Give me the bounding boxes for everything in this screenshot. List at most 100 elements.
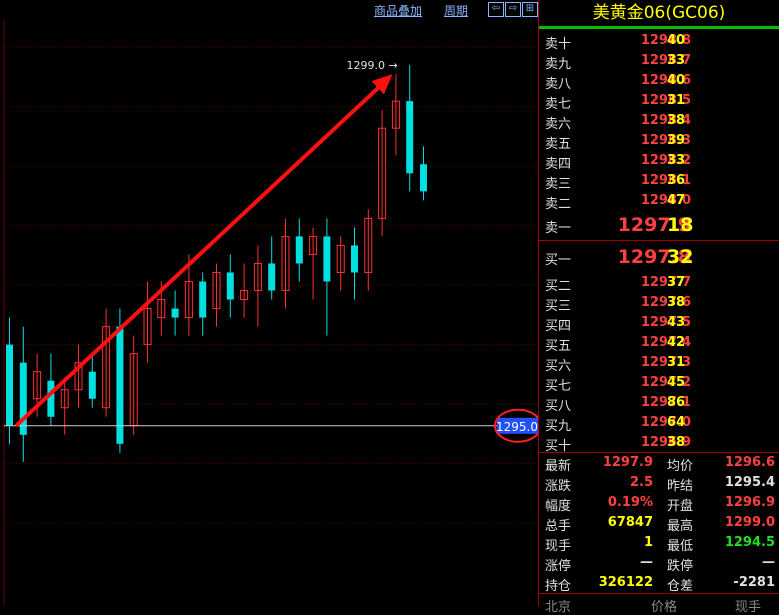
chart-grid: [3, 19, 538, 606]
candle-body: [6, 344, 13, 426]
candle-body: [199, 281, 207, 318]
bid-row[interactable]: 买五 1297.4 42: [539, 333, 779, 354]
stat-value: 2.5: [629, 475, 653, 490]
ask-row[interactable]: 卖二 1298.0 47: [539, 191, 779, 212]
chart-pane[interactable]: 商品叠加 周期 ⇦ ⇨ ⊞ 1295.0 1299.0 →: [0, 0, 538, 606]
chart-overlay: 1295.0 1299.0 →: [4, 59, 538, 443]
bid-level-label: 买二: [545, 279, 572, 294]
bid-volume: 32: [667, 246, 694, 268]
stat-row: 持仓 326122 仓差 -2281: [539, 573, 779, 594]
ask-level-label: 卖九: [545, 57, 572, 72]
bid-row[interactable]: 买八 1297.1 86: [539, 393, 779, 414]
stat-row: 幅度 0.19% 开盘 1296.9: [539, 493, 779, 514]
ask-row-best[interactable]: 卖一 1297.9 18: [539, 214, 779, 236]
ask-row[interactable]: 卖四 1298.2 33: [539, 151, 779, 172]
bid-level-label: 买八: [545, 399, 572, 414]
stat-value: 1297.9: [602, 455, 653, 470]
stat-value: 67847: [607, 515, 653, 530]
ask-row[interactable]: 卖七 1298.5 31: [539, 91, 779, 112]
bid-volume: 86: [667, 395, 686, 410]
ask-volume: 33: [667, 53, 686, 68]
bid-row[interactable]: 买四 1297.5 43: [539, 313, 779, 334]
stat-value: 1: [643, 535, 653, 550]
bid-row[interactable]: 买七 1297.2 45: [539, 373, 779, 394]
candle-body: [268, 263, 276, 291]
ask-row[interactable]: 卖九 1298.7 33: [539, 51, 779, 72]
bid-level-label: 买七: [545, 379, 572, 394]
bid-volume: 31: [667, 355, 686, 370]
ask-volume: 18: [667, 214, 694, 236]
chart-toolbar: 商品叠加 周期 ⇦ ⇨ ⊞: [0, 0, 538, 19]
stat-label: 最新: [545, 459, 572, 474]
stat-row: 涨停 — 跌停 —: [539, 553, 779, 574]
bid-level-label: 买六: [545, 359, 572, 374]
stat-row: 总手 67847 最高 1299.0: [539, 513, 779, 534]
ask-volume: 40: [667, 33, 686, 48]
bid-row-best[interactable]: 买一 1297.8 32: [539, 246, 779, 268]
stat-label: 涨跌: [545, 479, 572, 494]
bid-volume: 64: [667, 415, 686, 430]
scroll-left-button[interactable]: ⇦: [488, 2, 504, 17]
stat-label: 均价: [667, 459, 694, 474]
bid-row[interactable]: 买二 1297.7 37: [539, 273, 779, 294]
bid-level-label: 买五: [545, 339, 572, 354]
period-link[interactable]: 周期: [444, 2, 468, 19]
bid-level-label: 买三: [545, 299, 572, 314]
ask-volume: 38: [667, 113, 686, 128]
book-separator: [539, 240, 779, 241]
stat-label: 跌停: [667, 559, 694, 574]
stat-label: 持仓: [545, 579, 572, 594]
bid-volume: 42: [667, 335, 686, 350]
bid-row[interactable]: 买三 1297.6 38: [539, 293, 779, 314]
stat-label: 现手: [545, 539, 572, 554]
bid-row[interactable]: 买九 1297.0 64: [539, 413, 779, 434]
bid-row[interactable]: 买六 1297.3 31: [539, 353, 779, 374]
ask-row[interactable]: 卖十 1298.8 40: [539, 31, 779, 52]
bid-volume: 38: [667, 295, 686, 310]
stat-label: 开盘: [667, 499, 694, 514]
ask-level-label: 卖一: [545, 221, 572, 236]
ask-level-label: 卖七: [545, 97, 572, 112]
stat-value: 0.19%: [607, 495, 653, 510]
bid-level-label: 买九: [545, 419, 572, 434]
overlay-commodity-link[interactable]: 商品叠加: [374, 2, 422, 19]
candle-body: [323, 236, 331, 282]
bid-level-label: 买四: [545, 319, 572, 334]
candle-body: [88, 371, 96, 399]
ask-level-label: 卖二: [545, 197, 572, 212]
stat-value: -2281: [733, 575, 775, 590]
current-price-tag: 1295.0: [496, 420, 538, 434]
stat-label: 昨结: [667, 479, 694, 494]
bid-volume: 37: [667, 275, 686, 290]
ask-volume: 40: [667, 73, 686, 88]
zoom-button[interactable]: ⊞: [522, 2, 538, 17]
ask-row[interactable]: 卖六 1298.4 38: [539, 111, 779, 132]
stat-row: 现手 1 最低 1294.5: [539, 533, 779, 554]
high-price-label: 1299.0 →: [346, 59, 397, 72]
ask-row[interactable]: 卖八 1298.6 40: [539, 71, 779, 92]
bid-volume: 43: [667, 315, 686, 330]
ask-level-label: 卖五: [545, 137, 572, 152]
candle-body: [226, 272, 234, 300]
stat-value: —: [762, 555, 775, 570]
candle-body: [351, 245, 358, 273]
stat-row: 最新 1297.9 均价 1296.6: [539, 453, 779, 474]
footer-row: 北京 价格 现手: [539, 594, 779, 615]
stat-row: 涨跌 2.5 昨结 1295.4: [539, 473, 779, 494]
candles: [6, 65, 427, 462]
ask-row[interactable]: 卖五 1298.3 39: [539, 131, 779, 152]
candle-body: [420, 164, 427, 192]
stat-label: 仓差: [667, 579, 694, 594]
stat-value: 1294.5: [724, 535, 775, 550]
stat-label: 最高: [667, 519, 694, 534]
stat-label: 幅度: [545, 499, 572, 514]
candle-body: [47, 380, 55, 417]
scroll-right-button[interactable]: ⇨: [505, 2, 521, 17]
candlestick-chart[interactable]: 1295.0 1299.0 →: [0, 19, 538, 606]
ask-row[interactable]: 卖三 1298.1 36: [539, 171, 779, 192]
ask-level-label: 卖六: [545, 117, 572, 132]
instrument-title: 美黄金06(GC06): [592, 3, 726, 23]
ask-volume: 31: [667, 93, 686, 108]
bid-row[interactable]: 买十 1296.9 38: [539, 433, 779, 454]
candle-body: [171, 308, 179, 318]
